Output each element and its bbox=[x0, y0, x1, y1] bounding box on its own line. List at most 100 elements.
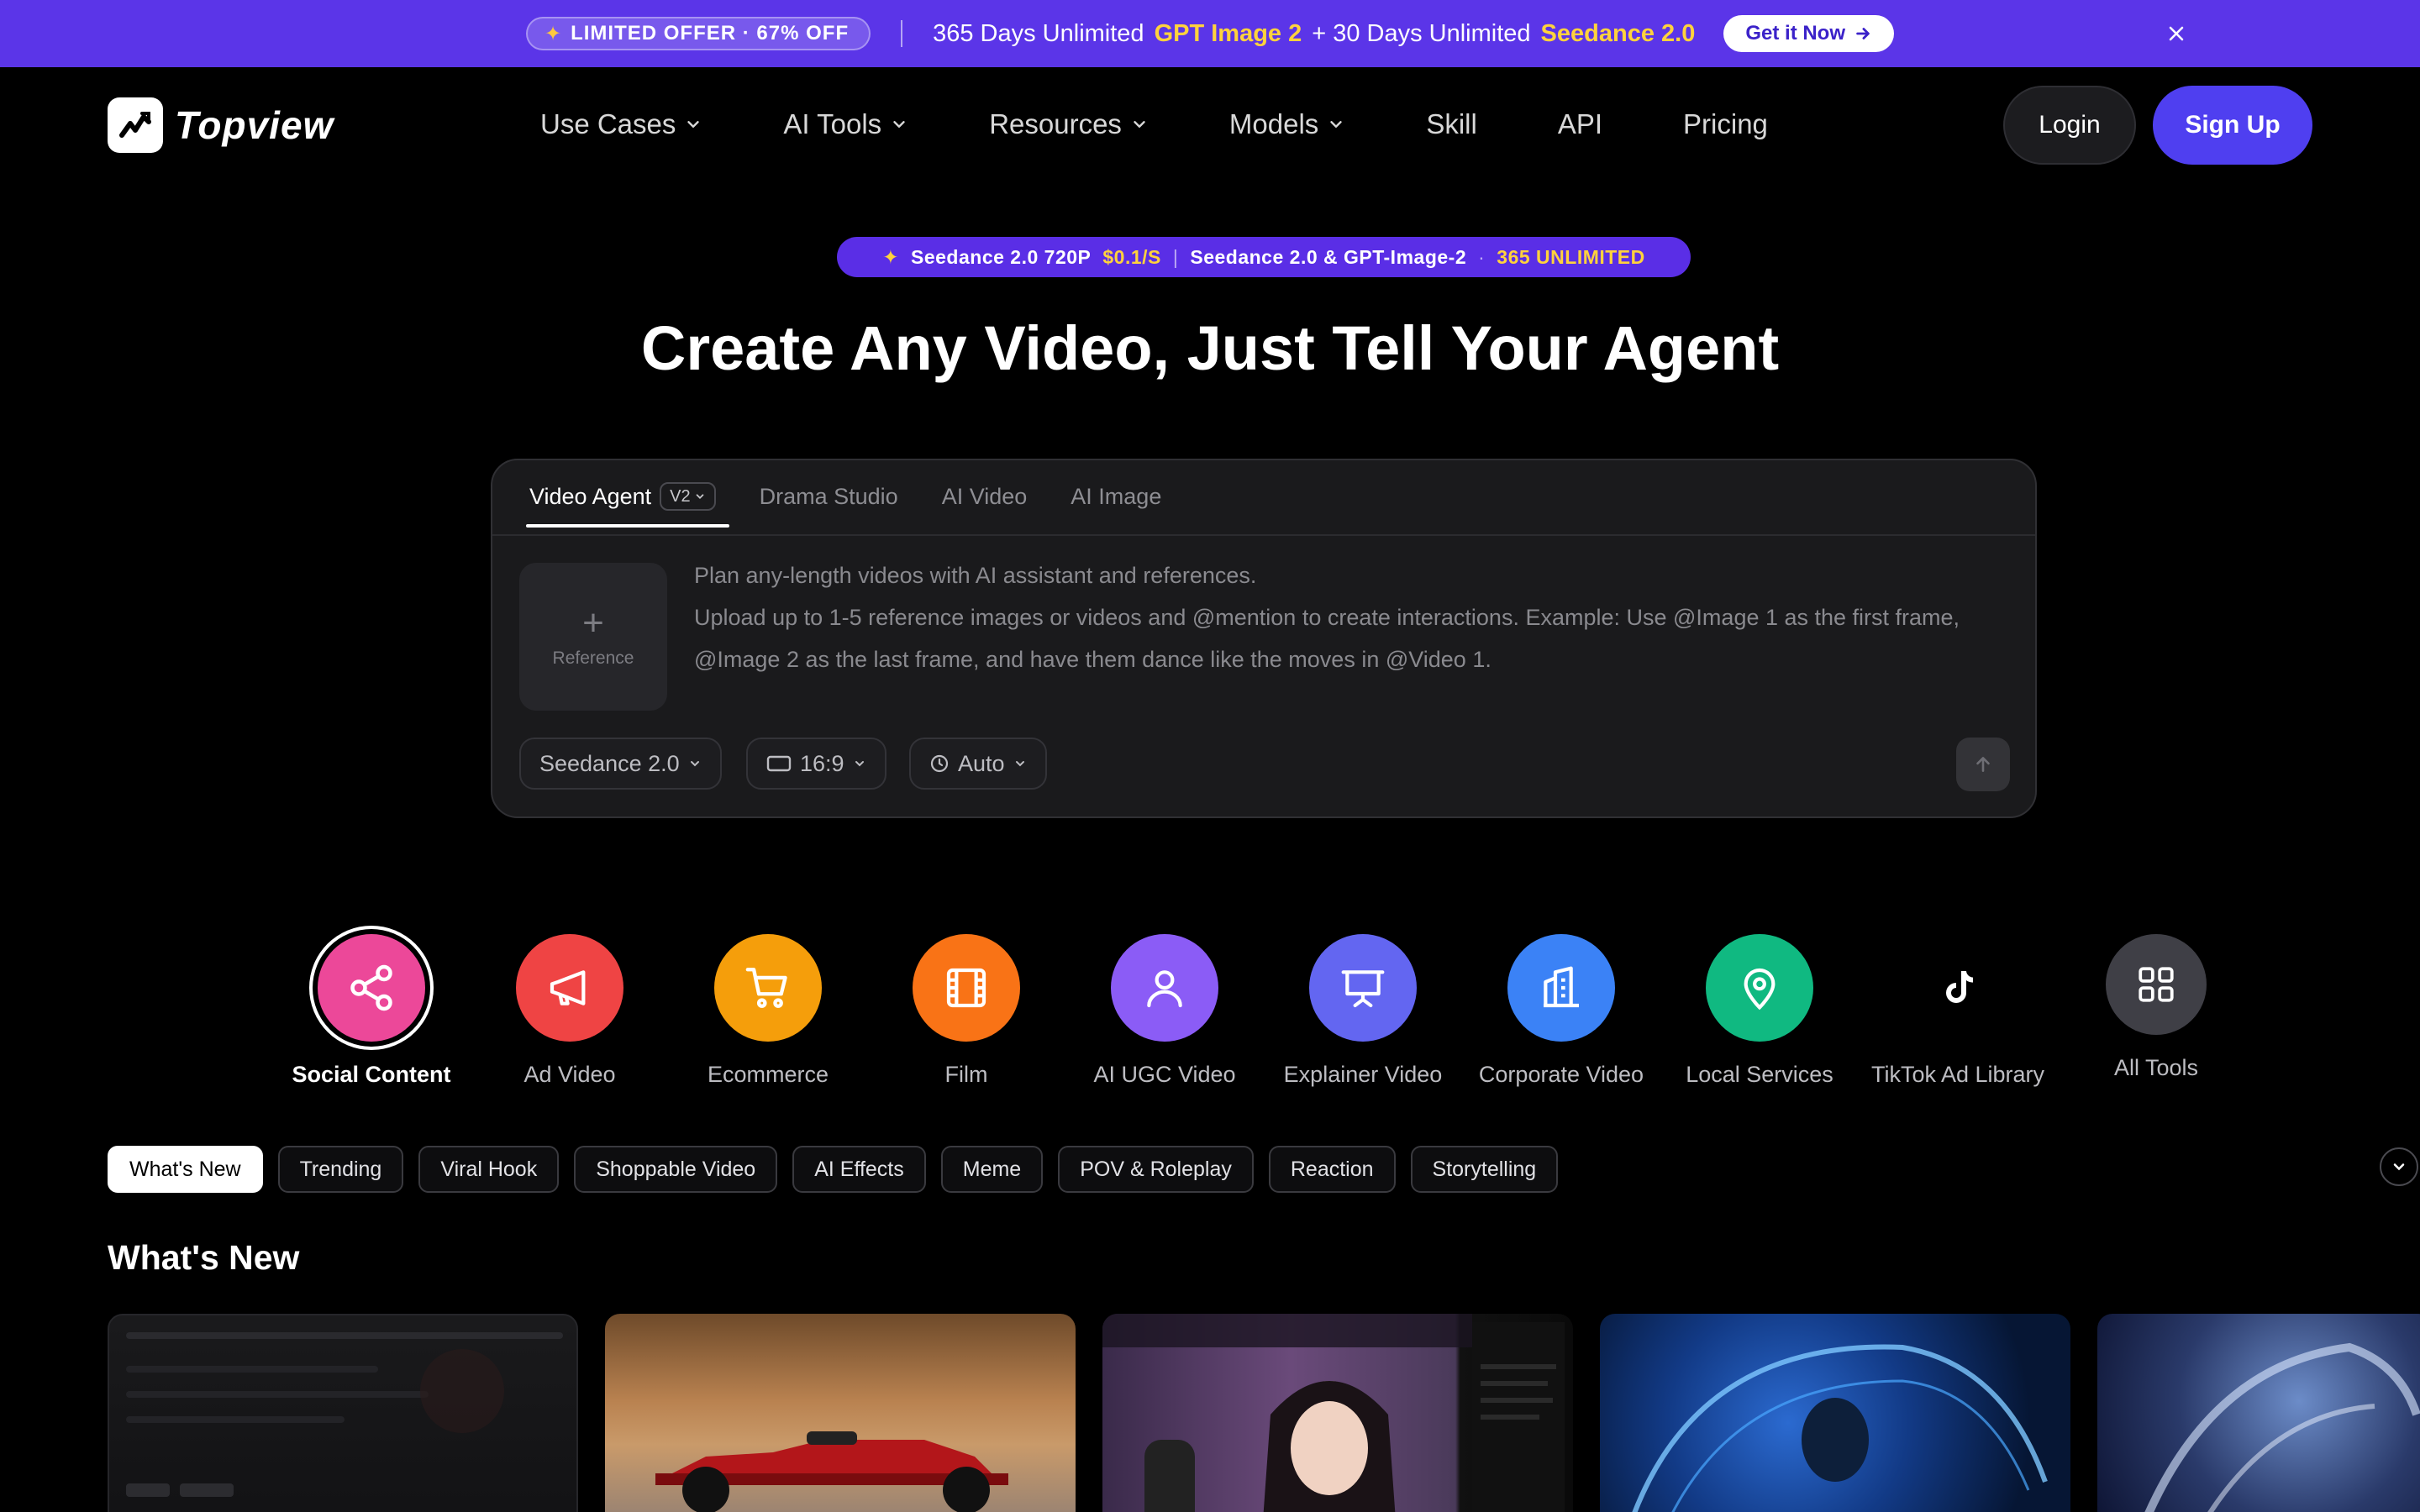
megaphone-icon bbox=[516, 934, 623, 1042]
category-label: Corporate Video bbox=[1478, 1062, 1644, 1087]
menu-ai-tools[interactable]: AI Tools bbox=[783, 108, 908, 140]
close-icon bbox=[2169, 26, 2184, 41]
menu-label: Pricing bbox=[1683, 108, 1768, 139]
menu-skill[interactable]: Skill bbox=[1426, 108, 1477, 140]
clock-icon bbox=[930, 754, 949, 773]
version-select[interactable]: V2 bbox=[660, 482, 716, 511]
reference-upload-button[interactable]: + Reference bbox=[519, 563, 667, 711]
category-label: AI UGC Video bbox=[1093, 1062, 1236, 1087]
offer-label: LIMITED OFFER · 67% OFF bbox=[571, 22, 850, 45]
category-ai-ugc-video[interactable]: AI UGC Video bbox=[1065, 934, 1264, 1088]
race-car-thumbnail bbox=[655, 1431, 1008, 1512]
streamer-thumbnail bbox=[1102, 1314, 1565, 1512]
tiktok-icon bbox=[1904, 934, 2012, 1042]
category-tiktok-ad-library[interactable]: TikTok Ad Library bbox=[1859, 934, 2057, 1088]
agent-composer: Video Agent V2 Drama Studio AI Video AI … bbox=[491, 459, 2037, 818]
badge-divider: | bbox=[1172, 245, 1179, 268]
filter-shoppable-video[interactable]: Shoppable Video bbox=[574, 1146, 778, 1193]
category-corporate-video[interactable]: Corporate Video bbox=[1462, 934, 1660, 1088]
model-label: Seedance 2.0 bbox=[539, 750, 680, 776]
category-film[interactable]: Film bbox=[867, 934, 1065, 1088]
version-label: V2 bbox=[670, 486, 691, 506]
video-card[interactable] bbox=[2097, 1314, 2420, 1512]
sign-up-button[interactable]: Sign Up bbox=[2153, 86, 2312, 165]
video-card[interactable] bbox=[108, 1314, 578, 1512]
category-local-services[interactable]: Local Services bbox=[1660, 934, 1859, 1088]
logo-mark-icon bbox=[108, 97, 163, 153]
aspect-ratio-select[interactable]: 16:9 bbox=[746, 738, 886, 790]
badge-dot: · bbox=[1478, 245, 1486, 268]
get-it-now-label: Get it Now bbox=[1745, 22, 1846, 45]
duration-label: Auto bbox=[958, 750, 1005, 776]
category-label: Ecommerce bbox=[707, 1062, 829, 1087]
announcement-badge[interactable]: ✦ Seedance 2.0 720P $0.1/S | Seedance 2.… bbox=[837, 237, 1691, 277]
arrow-up-icon bbox=[1976, 757, 1990, 772]
filter-reaction[interactable]: Reaction bbox=[1268, 1146, 1396, 1193]
close-banner-button[interactable] bbox=[2161, 18, 2191, 49]
filter-viral-hook[interactable]: Viral Hook bbox=[418, 1146, 560, 1193]
promo-highlight-a: GPT Image 2 bbox=[1154, 19, 1302, 47]
menu-api[interactable]: API bbox=[1558, 108, 1602, 140]
map-pin-icon bbox=[1706, 934, 1813, 1042]
get-it-now-button[interactable]: Get it Now bbox=[1723, 15, 1895, 52]
arrow-right-icon bbox=[1856, 28, 1870, 39]
brand-logo[interactable]: Topview bbox=[108, 97, 334, 153]
filter-ai-effects[interactable]: AI Effects bbox=[792, 1146, 926, 1193]
filter-storytelling[interactable]: Storytelling bbox=[1410, 1146, 1559, 1193]
promo-banner: ✦ LIMITED OFFER · 67% OFF 365 Days Unlim… bbox=[0, 0, 2420, 67]
duration-select[interactable]: Auto bbox=[909, 738, 1047, 790]
section-title: What's New bbox=[108, 1238, 300, 1277]
badge-part2: Seedance 2.0 & GPT-Image-2 bbox=[1190, 245, 1467, 268]
category-label: All Tools bbox=[2113, 1055, 2199, 1080]
brand-name: Topview bbox=[175, 103, 334, 147]
promo-highlight-b: Seedance 2.0 bbox=[1540, 19, 1696, 47]
chevron-down-icon bbox=[690, 761, 699, 767]
tab-drama-studio[interactable]: Drama Studio bbox=[756, 460, 902, 534]
prompt-placeholder-line2: Upload up to 1-5 reference images or vid… bbox=[694, 605, 1960, 672]
tab-video-agent[interactable]: Video Agent V2 bbox=[526, 460, 729, 534]
filter-whats-new[interactable]: What's New bbox=[108, 1146, 263, 1193]
chevron-down-icon bbox=[893, 121, 905, 128]
video-thumbnail bbox=[126, 1332, 563, 1497]
use-case-categories: Social Content Ad Video Ecommerce Film A… bbox=[0, 934, 2420, 1110]
cart-icon bbox=[714, 934, 822, 1042]
galaxy-horse-thumbnail bbox=[2144, 1342, 2420, 1512]
login-button[interactable]: Login bbox=[2003, 86, 2136, 165]
category-all-tools[interactable]: All Tools bbox=[2057, 934, 2255, 1081]
filter-pov-roleplay[interactable]: POV & Roleplay bbox=[1058, 1146, 1254, 1193]
category-label: TikTok Ad Library bbox=[1870, 1062, 2045, 1087]
reference-label: Reference bbox=[552, 648, 634, 668]
menu-use-cases[interactable]: Use Cases bbox=[540, 108, 702, 140]
filter-trending[interactable]: Trending bbox=[277, 1146, 404, 1193]
category-explainer-video[interactable]: Explainer Video bbox=[1264, 934, 1462, 1088]
prompt-placeholder-line1: Plan any-length videos with AI assistant… bbox=[694, 563, 1257, 588]
category-label: Ad Video bbox=[523, 1062, 616, 1087]
chevron-down-icon bbox=[687, 121, 700, 128]
category-label: Explainer Video bbox=[1283, 1062, 1443, 1087]
badge-part1: Seedance 2.0 720P bbox=[911, 245, 1092, 268]
send-button[interactable] bbox=[1956, 738, 2010, 791]
model-select[interactable]: Seedance 2.0 bbox=[519, 738, 722, 790]
film-icon bbox=[913, 934, 1020, 1042]
video-card[interactable] bbox=[1600, 1314, 2070, 1512]
category-ecommerce[interactable]: Ecommerce bbox=[669, 934, 867, 1088]
share-icon bbox=[318, 934, 425, 1042]
filter-tabs: What's New Trending Viral Hook Shoppable… bbox=[108, 1146, 1559, 1193]
video-card[interactable] bbox=[1102, 1314, 1573, 1512]
futuristic-car-thumbnail bbox=[1632, 1344, 2048, 1512]
prompt-input[interactable]: Plan any-length videos with AI assistant… bbox=[694, 554, 2005, 680]
tab-ai-video[interactable]: AI Video bbox=[939, 460, 1031, 534]
grid-icon bbox=[2106, 934, 2207, 1035]
menu-pricing[interactable]: Pricing bbox=[1683, 108, 1768, 140]
category-social-content[interactable]: Social Content bbox=[272, 934, 471, 1088]
menu-resources[interactable]: Resources bbox=[989, 108, 1149, 140]
category-ad-video[interactable]: Ad Video bbox=[471, 934, 669, 1088]
menu-label: Models bbox=[1228, 108, 1319, 139]
sparkle-icon: ✦ bbox=[882, 245, 899, 268]
tab-ai-image[interactable]: AI Image bbox=[1067, 460, 1165, 534]
expand-filters-button[interactable] bbox=[2380, 1147, 2418, 1186]
person-icon bbox=[1111, 934, 1218, 1042]
filter-meme[interactable]: Meme bbox=[940, 1146, 1044, 1193]
menu-models[interactable]: Models bbox=[1229, 108, 1345, 140]
video-card[interactable] bbox=[605, 1314, 1076, 1512]
